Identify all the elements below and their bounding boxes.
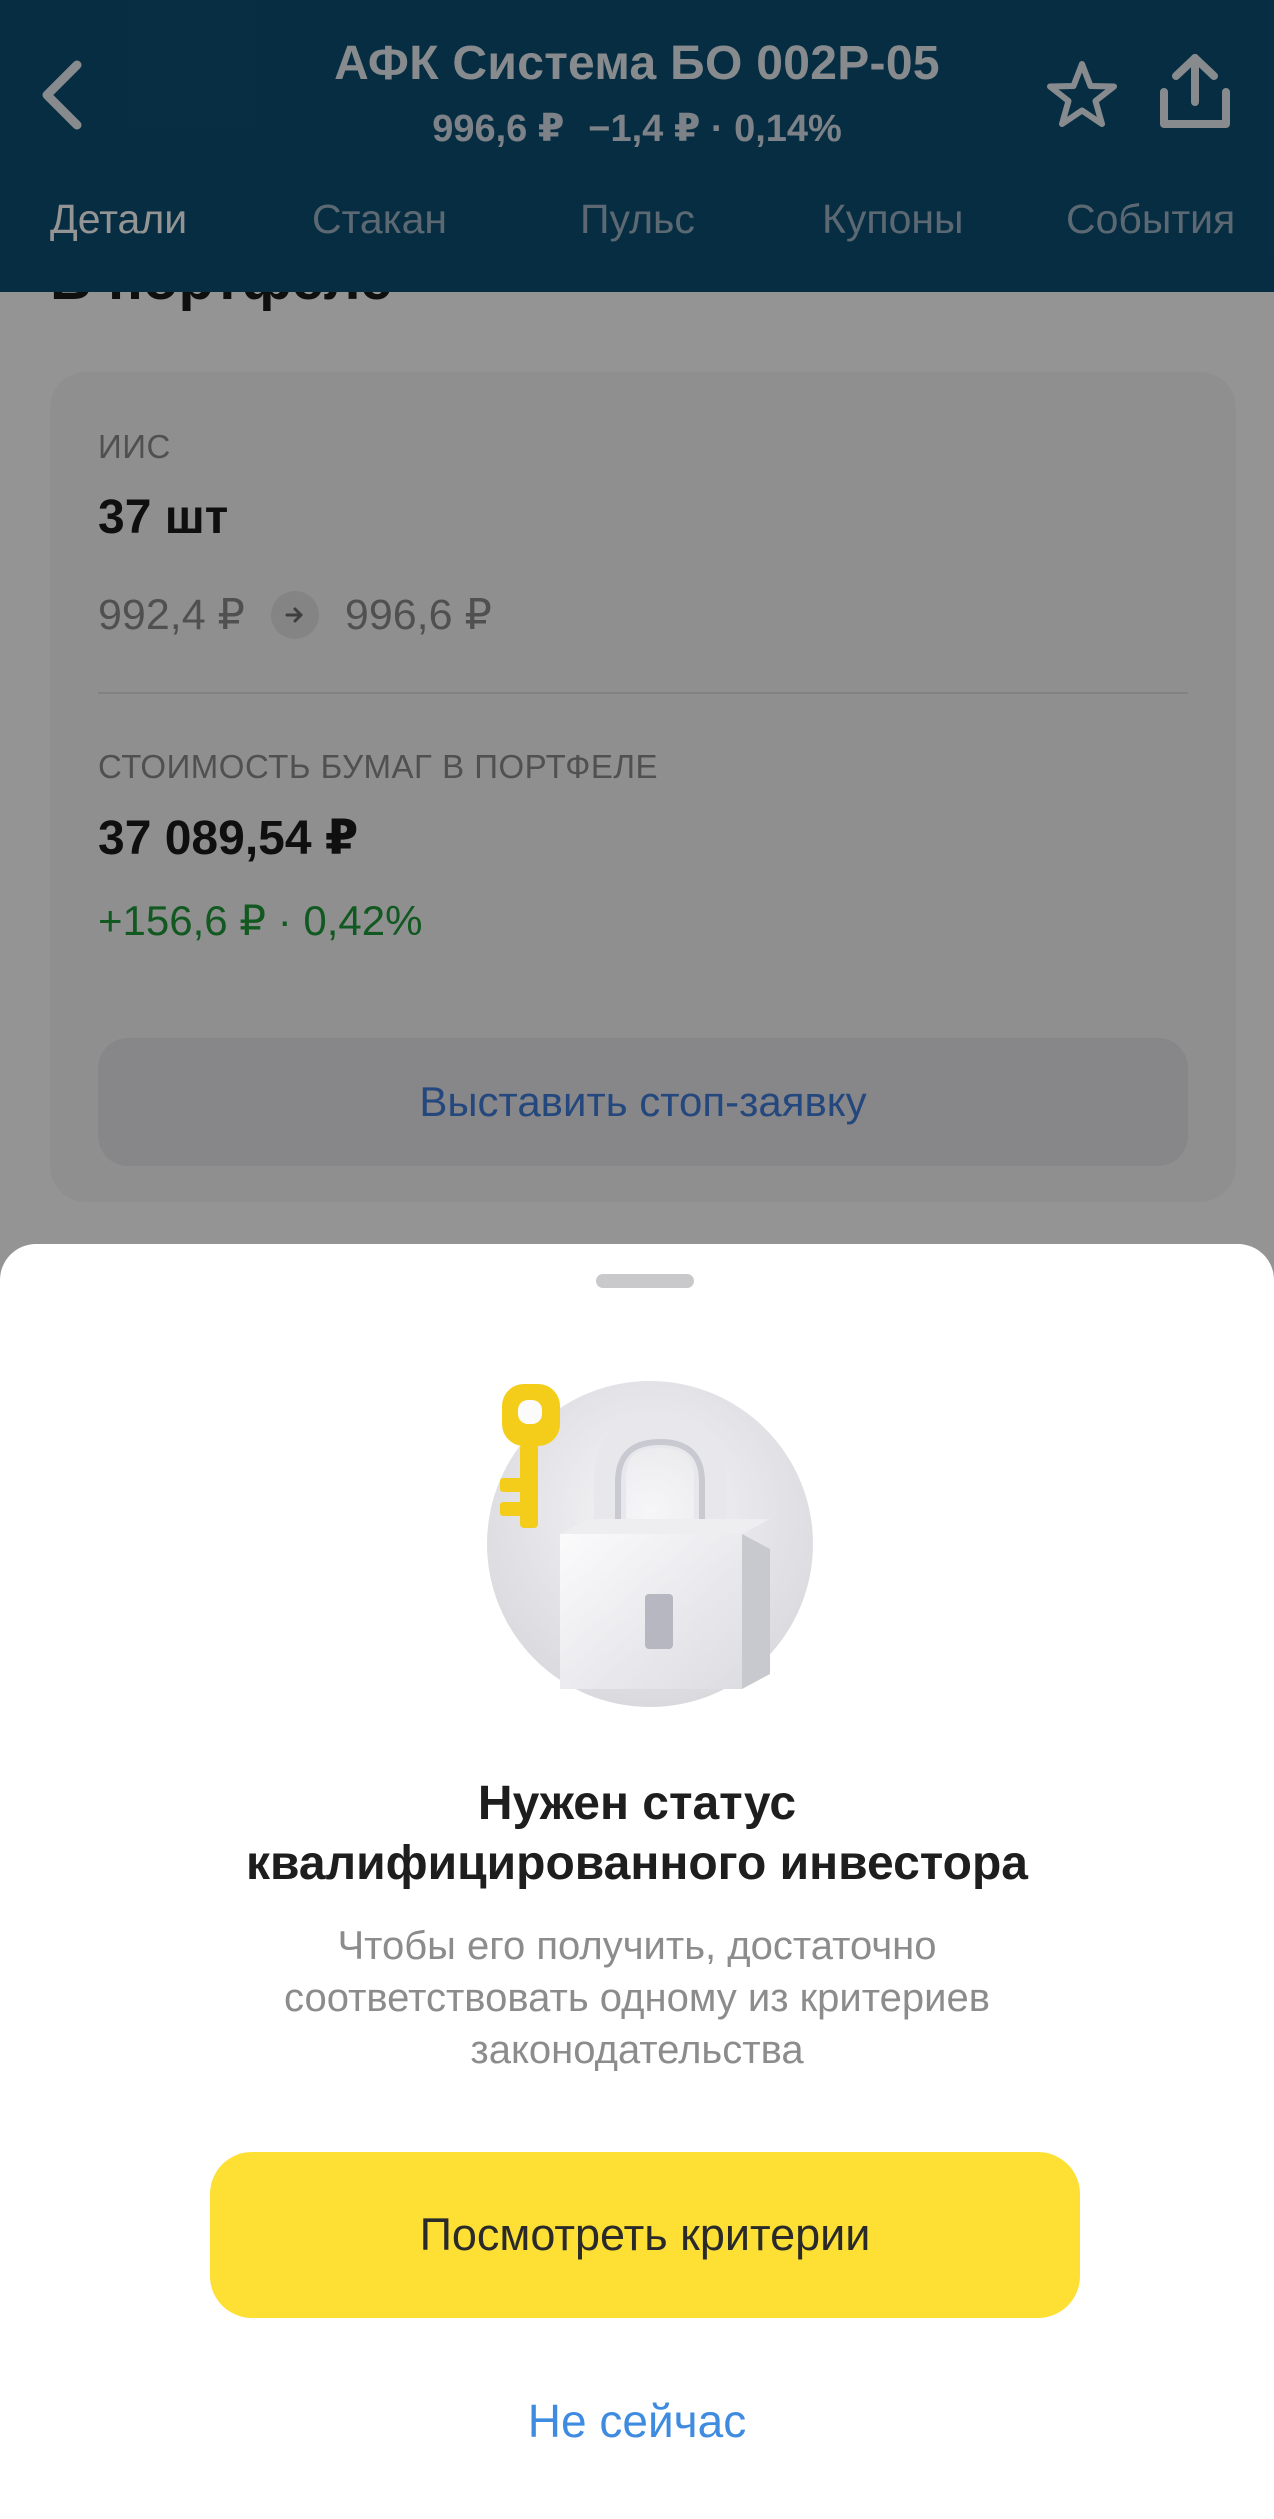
view-criteria-button[interactable]: Посмотреть критерии [210,2152,1080,2318]
sheet-description-line: Чтобы его получить, достаточно [337,1924,937,1968]
lock-key-icon [487,1381,813,1707]
sheet-title: Нужен статус квалифицированного инвестор… [100,1774,1174,1894]
app-screen: АФК Система БО 002Р-05 996,6 ₽ −1,4 ₽ · 0… [0,0,1274,2519]
not-now-button[interactable]: Не сейчас [0,2394,1274,2448]
sheet-title-line: Нужен статус [477,1777,797,1830]
qualified-investor-sheet: Нужен статус квалифицированного инвестор… [0,1244,1274,2519]
sheet-description-line: законодательства [470,2028,804,2072]
sheet-description: Чтобы его получить, достаточно соответст… [160,1920,1114,2076]
sheet-description-line: соответствовать одному из критериев [284,1976,990,2020]
sheet-grabber[interactable] [596,1274,694,1288]
sheet-title-line: квалифицированного инвестора [246,1837,1028,1890]
